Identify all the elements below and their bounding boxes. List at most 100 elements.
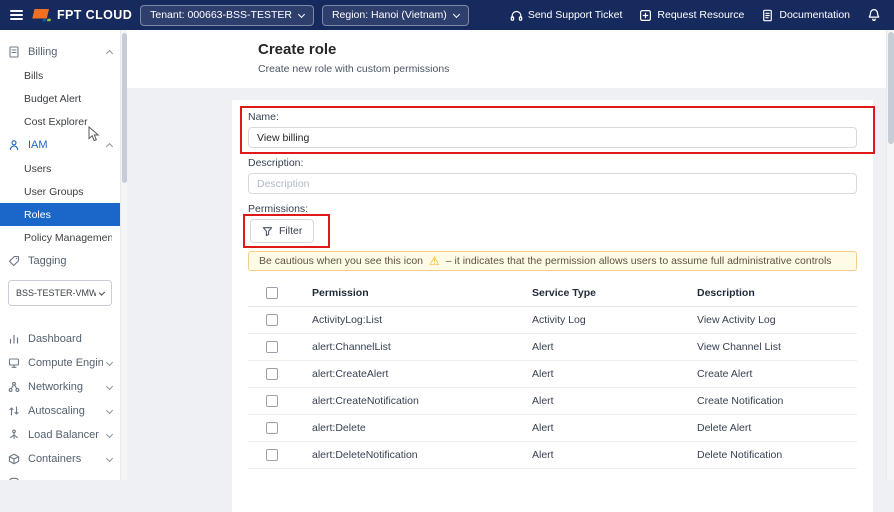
sidebar-item-label: Containers (28, 453, 103, 465)
fpt-logo-icon[interactable] (32, 8, 52, 22)
sidebar-item-label: Load Balancer (28, 429, 103, 441)
menu-icon[interactable] (10, 10, 23, 20)
filter-button[interactable]: Filter (250, 219, 314, 243)
sidebar-item-user-groups[interactable]: User Groups (0, 180, 120, 203)
topbar: FPT CLOUD Tenant: 000663-BSS-TESTER Regi… (0, 0, 894, 30)
vpc-selector-value: BSS-TESTER-VMW-VPC-BI... (16, 288, 96, 298)
region-selector[interactable]: Region: Hanoi (Vietnam) (322, 5, 469, 26)
request-resource-icon (639, 9, 652, 22)
sidebar-item-label: Tagging (28, 255, 112, 267)
sidebar-item-partial[interactable] (0, 471, 120, 480)
tenant-label: Tenant: 000663-BSS-TESTER (150, 9, 292, 21)
sidebar-item-label: Networking (28, 381, 103, 393)
main-scrollbar[interactable] (886, 30, 894, 480)
request-resource-link[interactable]: Request Resource (639, 9, 744, 22)
table-row: ActivityLog:List Activity Log View Activ… (248, 307, 857, 334)
sidebar-item-tagging[interactable]: Tagging (0, 249, 120, 273)
notifications-bell-icon[interactable] (867, 8, 881, 22)
monitor-icon (8, 357, 22, 370)
sidebar-scrollbar[interactable] (120, 30, 127, 480)
vpc-selector[interactable]: BSS-TESTER-VMW-VPC-BI... (8, 280, 112, 306)
sidebar-item-label: Billing (28, 46, 103, 58)
permission-cell: alert:CreateAlert (312, 368, 532, 380)
annotation-name-field: Name: (248, 111, 857, 148)
description-cell: Delete Notification (697, 449, 857, 461)
sidebar-item-autoscaling[interactable]: Autoscaling (0, 399, 120, 423)
description-label: Description: (248, 157, 857, 169)
column-header-service-type: Service Type (532, 287, 697, 299)
name-label: Name: (248, 111, 857, 123)
sidebar-item-label: IAM (28, 139, 103, 151)
service-type-cell: Alert (532, 341, 697, 353)
sidebar-item-roles[interactable]: Roles (0, 203, 120, 226)
service-type-cell: Alert (532, 395, 697, 407)
sidebar-item-iam[interactable]: IAM (0, 133, 120, 157)
sidebar-item-cost-explorer[interactable]: Cost Explorer (0, 110, 120, 133)
service-type-cell: Alert (532, 422, 697, 434)
sidebar-item-compute-engine[interactable]: Compute Engine (0, 351, 120, 375)
region-label: Region: Hanoi (Vietnam) (332, 9, 447, 21)
sidebar-item-bills[interactable]: Bills (0, 64, 120, 87)
sidebar-item-label: Dashboard (28, 333, 112, 345)
sidebar-item-label: Bills (24, 70, 112, 82)
name-input[interactable] (248, 127, 857, 148)
chevron-down-icon (298, 10, 305, 17)
tag-icon (8, 255, 22, 268)
column-header-description: Description (697, 287, 857, 299)
sidebar-item-budget-alert[interactable]: Budget Alert (0, 87, 120, 110)
service-type-cell: Activity Log (532, 314, 697, 326)
page-title: Create role (258, 41, 894, 58)
row-checkbox[interactable] (266, 422, 278, 434)
billing-icon (8, 46, 22, 59)
row-checkbox[interactable] (266, 314, 278, 326)
chevron-up-icon (106, 142, 113, 149)
main-content: Create role Create new role with custom … (127, 30, 894, 480)
description-cell: View Channel List (697, 341, 857, 353)
warning-banner: Be cautious when you see this icon ⚠ – i… (248, 251, 857, 271)
description-cell: Delete Alert (697, 422, 857, 434)
row-checkbox[interactable] (266, 449, 278, 461)
row-checkbox[interactable] (266, 395, 278, 407)
row-checkbox[interactable] (266, 368, 278, 380)
page-header: Create role Create new role with custom … (127, 30, 894, 88)
row-checkbox[interactable] (266, 341, 278, 353)
support-ticket-label: Send Support Ticket (528, 9, 623, 21)
service-type-cell: Alert (532, 368, 697, 380)
tenant-selector[interactable]: Tenant: 000663-BSS-TESTER (140, 5, 314, 26)
topbar-right: Send Support Ticket Request Resource Doc… (510, 8, 894, 22)
chevron-down-icon (106, 382, 113, 389)
chevron-down-icon (453, 10, 460, 17)
select-all-checkbox[interactable] (266, 287, 278, 299)
sidebar-item-label: Compute Engine (28, 357, 103, 369)
table-header-row: Permission Service Type Description (248, 279, 857, 307)
sidebar-item-label: Users (24, 163, 112, 175)
permissions-label: Permissions: (248, 203, 857, 215)
documentation-link[interactable]: Documentation (761, 9, 850, 22)
sidebar-item-users[interactable]: Users (0, 157, 120, 180)
chevron-up-icon (106, 49, 113, 56)
chevron-down-icon (99, 289, 105, 295)
brand-text: FPT CLOUD (57, 8, 132, 22)
table-row: alert:CreateNotification Alert Create No… (248, 388, 857, 415)
table-row: alert:CreateAlert Alert Create Alert (248, 361, 857, 388)
sidebar: Billing Bills Budget Alert Cost Explorer… (0, 30, 120, 480)
permission-cell: alert:DeleteNotification (312, 449, 532, 461)
sidebar-item-networking[interactable]: Networking (0, 375, 120, 399)
sidebar-item-containers[interactable]: Containers (0, 447, 120, 471)
sidebar-item-label: Policy Management (24, 232, 112, 244)
support-ticket-link[interactable]: Send Support Ticket (510, 9, 623, 22)
main-scrollbar-thumb[interactable] (888, 32, 894, 144)
sidebar-scrollbar-thumb[interactable] (122, 33, 127, 183)
service-type-cell: Alert (532, 449, 697, 461)
description-input[interactable] (248, 173, 857, 194)
documentation-label: Documentation (779, 9, 850, 21)
sidebar-item-billing[interactable]: Billing (0, 40, 120, 64)
sidebar-item-load-balancer[interactable]: Load Balancer (0, 423, 120, 447)
sidebar-item-policy-management[interactable]: Policy Management (0, 226, 120, 249)
sidebar-item-dashboard[interactable]: Dashboard (0, 327, 120, 351)
filter-button-label: Filter (279, 225, 302, 237)
description-cell: Create Notification (697, 395, 857, 407)
chevron-down-icon (106, 430, 113, 437)
annotation-filter-button: Filter (250, 219, 314, 243)
warning-text-after: – it indicates that the permission allow… (446, 255, 832, 267)
